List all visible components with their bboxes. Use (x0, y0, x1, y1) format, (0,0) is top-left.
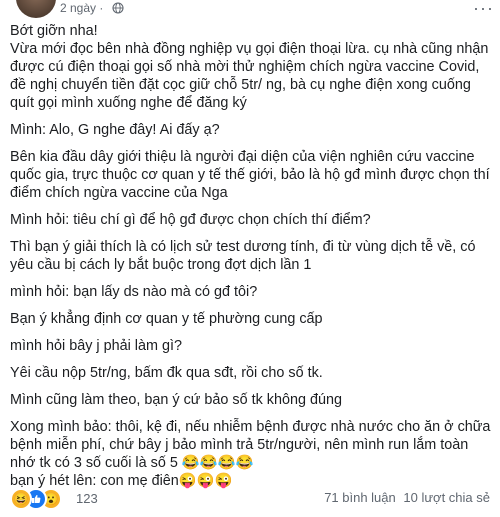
post-header: 2 ngày · ··· (0, 0, 500, 18)
paragraph: Bên kia đầu dây giới thiệu là người đại … (10, 149, 490, 201)
more-options-icon[interactable]: ··· (473, 0, 494, 19)
paragraph: Bớt giỡn nha! Vừa mới đọc bên nhà đồng n… (10, 23, 489, 111)
facebook-post: 2 ngày · ··· Bớt giỡn nha! Vừa mới đọc b… (0, 0, 500, 517)
paragraph: Bạn ý khẳng định cơ quan y tế phường cun… (10, 311, 323, 327)
globe-icon (112, 2, 124, 14)
haha-reaction-icon: 😆 (10, 488, 32, 510)
paragraph: Mình hỏi: tiêu chí gì để hộ gđ được chọn… (10, 212, 371, 228)
paragraph: mình hỏi: bạn lấy ds nào mà có gđ tôi? (10, 284, 258, 300)
paragraph: mình hỏi bây j phải làm gì? (10, 338, 182, 354)
paragraph: Mình cũng làm theo, bạn ý cứ bảo số tk k… (10, 392, 343, 408)
post-stats: 71 bình luận 10 lượt chia sẻ (320, 490, 490, 505)
post-footer: 😆 😮 123 71 bình luận 10 lượt chia sẻ (0, 487, 500, 510)
paragraph: Mình: Alo, G nghe đây! Ai đấy ạ? (10, 122, 220, 138)
reaction-count[interactable]: 123 (76, 491, 98, 506)
paragraph: Yêi cầu nộp 5tr/ng, bấm đk qua sđt, rồi … (10, 365, 323, 381)
comments-count[interactable]: 71 bình luận (324, 490, 396, 505)
paragraph: Xong mình bảo: thôi, kệ đi, nếu nhiễm bệ… (10, 419, 491, 471)
paragraph: Thì bạn ý giải thích là có lịch sử test … (10, 239, 476, 273)
post-time[interactable]: 2 ngày · (60, 1, 103, 15)
avatar[interactable] (16, 0, 56, 18)
post-content: Bớt giỡn nha! Vừa mới đọc bên nhà đồng n… (10, 22, 494, 490)
shares-count[interactable]: 10 lượt chia sẻ (403, 490, 490, 505)
